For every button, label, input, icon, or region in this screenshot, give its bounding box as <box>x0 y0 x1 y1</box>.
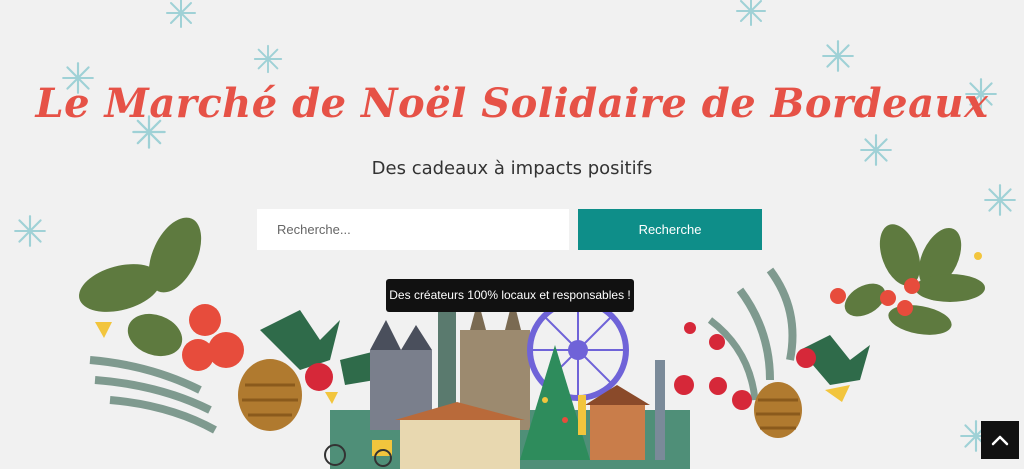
right-foliage-illustration <box>674 224 985 438</box>
tooltip: Des créateurs 100% locaux et responsable… <box>386 279 634 312</box>
city-illustration <box>324 298 690 469</box>
chevron-up-icon <box>991 435 1009 446</box>
left-foliage-illustration <box>79 217 380 434</box>
back-to-top-button[interactable] <box>981 421 1019 459</box>
christmas-illustration <box>79 217 985 469</box>
